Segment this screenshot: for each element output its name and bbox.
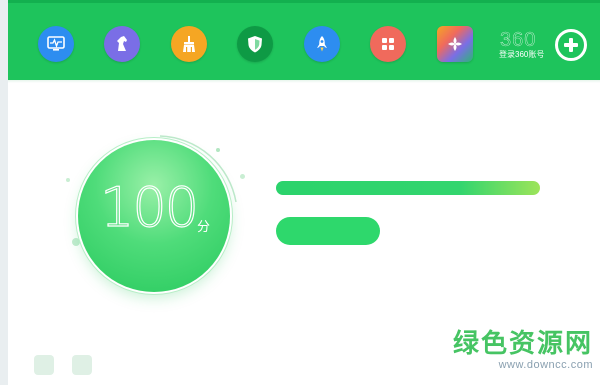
account-logo-text: 360 xyxy=(500,29,537,51)
decor-dot xyxy=(72,238,80,246)
app-grid-icon[interactable] xyxy=(370,26,406,62)
broom-cleanup-icon[interactable] xyxy=(171,26,207,62)
rocket-speedup-icon[interactable] xyxy=(304,26,340,62)
computer-checkup-icon[interactable] xyxy=(38,26,74,62)
decor-dot xyxy=(66,178,70,182)
action-button[interactable] xyxy=(276,217,380,245)
score-value: 100 xyxy=(99,176,199,239)
decor-dot xyxy=(240,174,245,179)
login-360-account-link[interactable]: 登录360账号 xyxy=(499,50,544,60)
bottom-icon-placeholder[interactable] xyxy=(72,355,92,375)
software-store-icon[interactable] xyxy=(437,26,473,62)
top-toolbar: 360 登录360账号 xyxy=(8,0,600,80)
account-login[interactable]: 360 登录360账号 xyxy=(498,30,554,66)
main-window: 360 登录360账号 100 分 绿色资源网 www.downcc.com xyxy=(8,0,600,385)
bottom-icon-placeholder[interactable] xyxy=(34,355,54,375)
trojan-horse-icon[interactable] xyxy=(104,26,140,62)
score-panel: 100 分 xyxy=(48,130,248,300)
watermark-title: 绿色资源网 xyxy=(452,328,593,358)
watermark-url: www.downcc.com xyxy=(498,359,593,371)
add-button[interactable] xyxy=(555,29,587,61)
toolbar-divider xyxy=(8,80,600,83)
shield-icon[interactable] xyxy=(237,26,273,62)
scan-progress-bar xyxy=(276,181,540,195)
decor-dot xyxy=(216,148,220,152)
watermark: 绿色资源网 www.downcc.com xyxy=(453,328,599,378)
score-circle[interactable]: 100 分 xyxy=(78,140,230,292)
score-unit: 分 xyxy=(197,219,211,234)
